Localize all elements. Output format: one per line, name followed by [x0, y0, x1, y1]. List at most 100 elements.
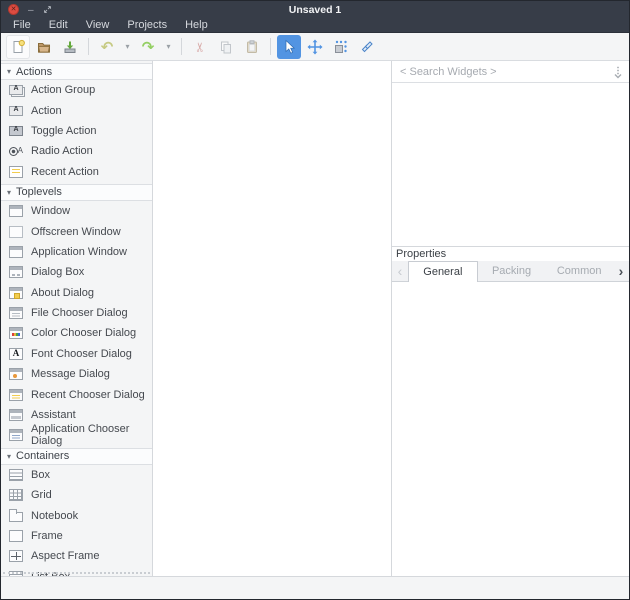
search-drop-icon[interactable]: [607, 65, 629, 79]
palette-item-message-dialog[interactable]: Message Dialog: [1, 364, 152, 384]
palette-item-radio-action[interactable]: Radio Action: [1, 141, 152, 161]
action-icon: [9, 106, 23, 116]
assistant-icon: [9, 409, 23, 421]
palette-item-label: Application Window: [31, 246, 127, 258]
new-project-button[interactable]: [6, 35, 30, 59]
message-dialog-icon: [9, 368, 23, 380]
palette-section-label: Containers: [16, 450, 69, 462]
paste-button[interactable]: [240, 35, 264, 59]
right-panel: Properties ‹ General Packing Common ›: [391, 61, 629, 576]
palette-item-action[interactable]: Action: [1, 100, 152, 120]
palette-item-label: Window: [31, 205, 70, 217]
search-widgets-row: [392, 61, 629, 83]
tabs-scroll-right[interactable]: ›: [613, 261, 629, 281]
palette-item-label: File Chooser Dialog: [31, 307, 128, 319]
offscreen-window-icon: [9, 226, 23, 238]
font-chooser-dialog-icon: [9, 348, 23, 360]
application-window-icon: [9, 246, 23, 258]
palette-item-label: Box: [31, 469, 50, 481]
palette-section-toplevels[interactable]: ▾ Toplevels: [1, 184, 152, 201]
palette-item-application-window[interactable]: Application Window: [1, 242, 152, 262]
open-project-icon: [36, 39, 52, 55]
palette-item-frame[interactable]: Frame: [1, 526, 152, 546]
menu-edit[interactable]: Edit: [40, 18, 77, 33]
redo-button[interactable]: ↷: [136, 35, 160, 59]
edit-alignment-button[interactable]: [355, 35, 379, 59]
properties-title: Properties: [392, 247, 629, 261]
palette-item-color-chooser-dialog[interactable]: Color Chooser Dialog: [1, 323, 152, 343]
palette-item-label: Assistant: [31, 409, 76, 421]
tab-common[interactable]: Common: [545, 261, 613, 281]
cut-button[interactable]: ✂: [188, 35, 212, 59]
drag-resize-button[interactable]: [303, 35, 327, 59]
menu-projects[interactable]: Projects: [118, 18, 176, 33]
palette-item-label: Color Chooser Dialog: [31, 327, 136, 339]
palette-item-recent-chooser-dialog[interactable]: Recent Chooser Dialog: [1, 384, 152, 404]
save-icon: [62, 39, 78, 55]
action-group-icon: [9, 85, 23, 95]
save-button[interactable]: [58, 35, 82, 59]
edit-margins-button[interactable]: [329, 35, 353, 59]
tab-packing[interactable]: Packing: [478, 261, 546, 281]
expander-triangle-icon: ▾: [7, 188, 11, 197]
palette-item-file-chooser-dialog[interactable]: File Chooser Dialog: [1, 303, 152, 323]
chevron-down-icon: ▾: [125, 42, 129, 51]
toolbar-separator: [88, 38, 89, 55]
copy-button[interactable]: [214, 35, 238, 59]
toggle-action-icon: [9, 126, 23, 136]
box-icon: [9, 469, 23, 481]
tab-general[interactable]: General: [408, 261, 478, 282]
search-widgets-input[interactable]: [392, 66, 607, 78]
dialog-box-icon: [9, 266, 23, 278]
palette-item-list-box[interactable]: List Box: [1, 567, 152, 576]
palette-section-label: Actions: [16, 66, 52, 78]
pointer-icon: [281, 39, 297, 55]
palette-item-label: Aspect Frame: [31, 550, 99, 562]
open-project-button[interactable]: [32, 35, 56, 59]
palette-item-label: Frame: [31, 530, 63, 542]
palette-section-actions[interactable]: ▾ Actions: [1, 63, 152, 80]
undo-button[interactable]: ↶: [95, 35, 119, 59]
palette-item-toggle-action[interactable]: Toggle Action: [1, 121, 152, 141]
margins-icon: [333, 39, 349, 55]
palette-item-offscreen-window[interactable]: Offscreen Window: [1, 221, 152, 241]
redo-menu-button[interactable]: ▾: [162, 35, 175, 59]
expander-triangle-icon: ▾: [7, 452, 11, 461]
frame-icon: [9, 530, 23, 542]
palette-item-notebook[interactable]: Notebook: [1, 505, 152, 525]
palette-item-font-chooser-dialog[interactable]: Font Chooser Dialog: [1, 344, 152, 364]
menu-bar: File Edit View Projects Help: [1, 18, 629, 33]
palette-item-dialog-box[interactable]: Dialog Box: [1, 262, 152, 282]
copy-icon: [218, 39, 234, 55]
palette-item-label: List Box: [31, 571, 70, 576]
menu-file[interactable]: File: [4, 18, 40, 33]
color-chooser-dialog-icon: [9, 327, 23, 339]
palette-section-containers[interactable]: ▾ Containers: [1, 448, 152, 465]
window-title: Unsaved 1: [1, 4, 629, 16]
palette-item-action-group[interactable]: Action Group: [1, 80, 152, 100]
tabs-scroll-left[interactable]: ‹: [392, 261, 408, 281]
palette-item-window[interactable]: Window: [1, 201, 152, 221]
cut-icon: ✂: [192, 41, 208, 52]
palette-item-grid[interactable]: Grid: [1, 485, 152, 505]
palette-item-assistant[interactable]: Assistant: [1, 405, 152, 425]
palette-item-aspect-frame[interactable]: Aspect Frame: [1, 546, 152, 566]
undo-menu-button[interactable]: ▾: [121, 35, 134, 59]
properties-content: [392, 282, 629, 576]
palette-item-application-chooser-dialog[interactable]: Application Chooser Dialog: [1, 425, 152, 445]
palette-item-about-dialog[interactable]: About Dialog: [1, 283, 152, 303]
widget-palette: ▾ Actions Action Group Action Toggle Act…: [1, 61, 153, 576]
redo-icon: ↷: [142, 38, 155, 56]
palette-item-recent-action[interactable]: Recent Action: [1, 162, 152, 182]
design-canvas[interactable]: [153, 61, 391, 576]
select-widgets-button[interactable]: [277, 35, 301, 59]
grid-icon: [9, 489, 23, 501]
glade-window: Unsaved 1 ✕ – File Edit View Projects He…: [0, 0, 630, 600]
palette-item-box[interactable]: Box: [1, 465, 152, 485]
menu-view[interactable]: View: [77, 18, 119, 33]
menu-help[interactable]: Help: [176, 18, 217, 33]
list-box-icon: [9, 571, 23, 576]
alignment-icon: [359, 39, 375, 55]
about-dialog-icon: [9, 287, 23, 299]
window-icon: [9, 205, 23, 217]
